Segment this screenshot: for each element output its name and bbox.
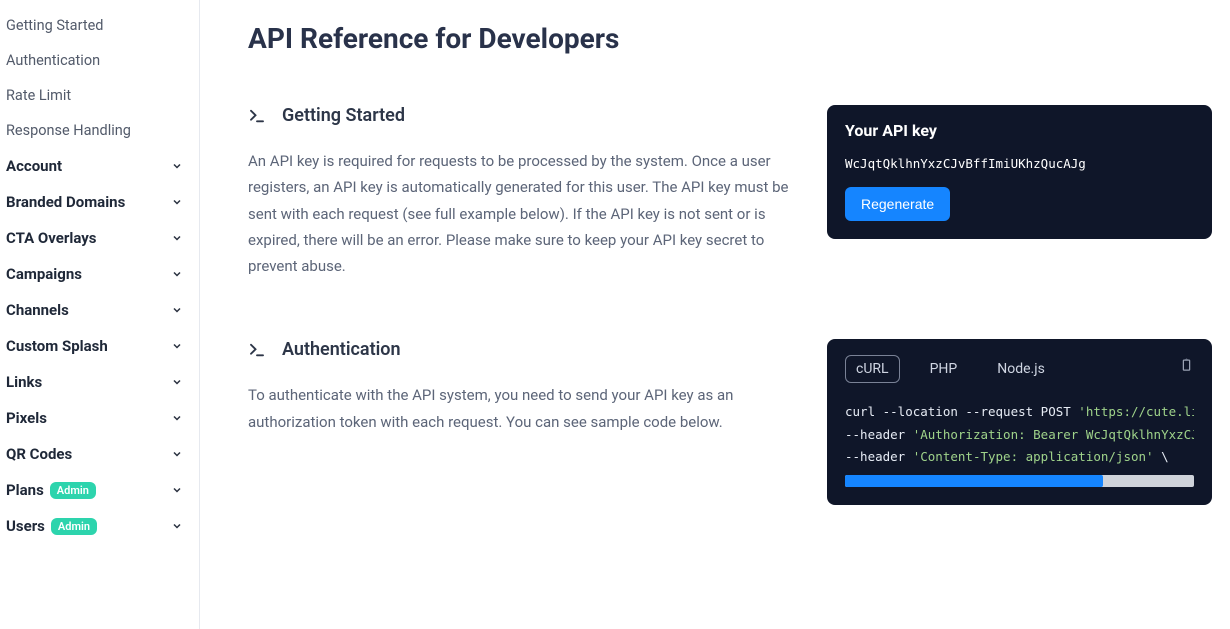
sidebar-item-rate-limit[interactable]: Rate Limit xyxy=(0,78,199,113)
sidebar-item-label: Getting Started xyxy=(6,17,103,34)
scrollbar-thumb[interactable] xyxy=(845,475,1103,487)
sidebar-item-label: Links xyxy=(6,373,42,391)
sidebar-item-label: Authentication xyxy=(6,52,100,69)
code-tabs: cURL PHP Node.js xyxy=(845,355,1194,383)
tab-curl[interactable]: cURL xyxy=(845,355,900,383)
chevron-down-icon xyxy=(169,410,185,426)
terminal-icon xyxy=(248,341,266,359)
sidebar-item-label: QR Codes xyxy=(6,445,72,463)
sidebar: Getting Started Authentication Rate Limi… xyxy=(0,0,200,629)
api-key-value: WcJqtQklhnYxzCJvBffImiUKhzQucAJg xyxy=(845,156,1194,171)
sidebar-item-label: Plans xyxy=(6,481,44,499)
sidebar-item-label: Rate Limit xyxy=(6,87,71,104)
sidebar-item-label: Campaigns xyxy=(6,265,82,283)
sidebar-item-label: Custom Splash xyxy=(6,337,108,355)
sidebar-item-getting-started[interactable]: Getting Started xyxy=(0,8,199,43)
sidebar-group-branded-domains[interactable]: Branded Domains xyxy=(0,184,199,220)
sidebar-item-authentication[interactable]: Authentication xyxy=(0,43,199,78)
chevron-down-icon xyxy=(169,446,185,462)
admin-badge: Admin xyxy=(50,482,96,499)
sidebar-group-channels[interactable]: Channels xyxy=(0,292,199,328)
section-body: An API key is required for requests to b… xyxy=(248,148,797,279)
code-text: curl --location --request POST xyxy=(845,404,1078,419)
section-heading-getting-started: Getting Started xyxy=(248,105,797,126)
code-text: --header xyxy=(845,449,913,464)
regenerate-button[interactable]: Regenerate xyxy=(845,187,950,221)
sidebar-group-cta-overlays[interactable]: CTA Overlays xyxy=(0,220,199,256)
admin-badge: Admin xyxy=(51,518,97,535)
code-string: 'https://cute.link/a xyxy=(1078,404,1194,419)
tab-php[interactable]: PHP xyxy=(920,356,968,382)
section-heading-authentication: Authentication xyxy=(248,339,797,360)
sidebar-item-label: Account xyxy=(6,157,62,175)
chevron-down-icon xyxy=(169,158,185,174)
page-title: API Reference for Developers xyxy=(248,22,1212,55)
sidebar-item-label: Pixels xyxy=(6,409,47,427)
sidebar-group-account[interactable]: Account xyxy=(0,148,199,184)
code-string: 'Authorization: Bearer WcJqtQklhnYxzCJvB… xyxy=(913,427,1194,442)
sidebar-item-response-handling[interactable]: Response Handling xyxy=(0,113,199,148)
clipboard-icon[interactable] xyxy=(1179,357,1194,376)
sidebar-group-users[interactable]: Users Admin xyxy=(0,508,199,544)
chevron-down-icon xyxy=(169,194,185,210)
tab-nodejs[interactable]: Node.js xyxy=(987,356,1055,382)
api-key-card: Your API key WcJqtQklhnYxzCJvBffImiUKhzQ… xyxy=(827,105,1212,239)
code-text: --header xyxy=(845,427,913,442)
section-title: Authentication xyxy=(282,339,401,360)
chevron-down-icon xyxy=(169,230,185,246)
sidebar-group-custom-splash[interactable]: Custom Splash xyxy=(0,328,199,364)
sidebar-group-pixels[interactable]: Pixels xyxy=(0,400,199,436)
code-sample-card: cURL PHP Node.js curl --location --reque… xyxy=(827,339,1212,505)
sidebar-group-campaigns[interactable]: Campaigns xyxy=(0,256,199,292)
horizontal-scrollbar[interactable] xyxy=(845,475,1194,487)
chevron-down-icon xyxy=(169,482,185,498)
section-title: Getting Started xyxy=(282,105,405,126)
chevron-down-icon xyxy=(169,518,185,534)
code-block: curl --location --request POST 'https://… xyxy=(845,401,1194,487)
api-key-card-title: Your API key xyxy=(845,121,1194,140)
chevron-down-icon xyxy=(169,302,185,318)
sidebar-group-links[interactable]: Links xyxy=(0,364,199,400)
chevron-down-icon xyxy=(169,338,185,354)
sidebar-item-label: Users xyxy=(6,517,45,535)
sidebar-item-label: Response Handling xyxy=(6,122,131,139)
section-body: To authenticate with the API system, you… xyxy=(248,382,797,435)
code-string: 'Content-Type: application/json' xyxy=(913,449,1154,464)
code-text: \ xyxy=(1154,449,1169,464)
terminal-icon xyxy=(248,107,266,125)
sidebar-item-label: Channels xyxy=(6,301,69,319)
main-content: API Reference for Developers Getting Sta… xyxy=(200,0,1230,629)
sidebar-group-qr-codes[interactable]: QR Codes xyxy=(0,436,199,472)
chevron-down-icon xyxy=(169,374,185,390)
sidebar-item-label: Branded Domains xyxy=(6,193,125,211)
chevron-down-icon xyxy=(169,266,185,282)
sidebar-item-label: CTA Overlays xyxy=(6,229,97,247)
sidebar-group-plans[interactable]: Plans Admin xyxy=(0,472,199,508)
